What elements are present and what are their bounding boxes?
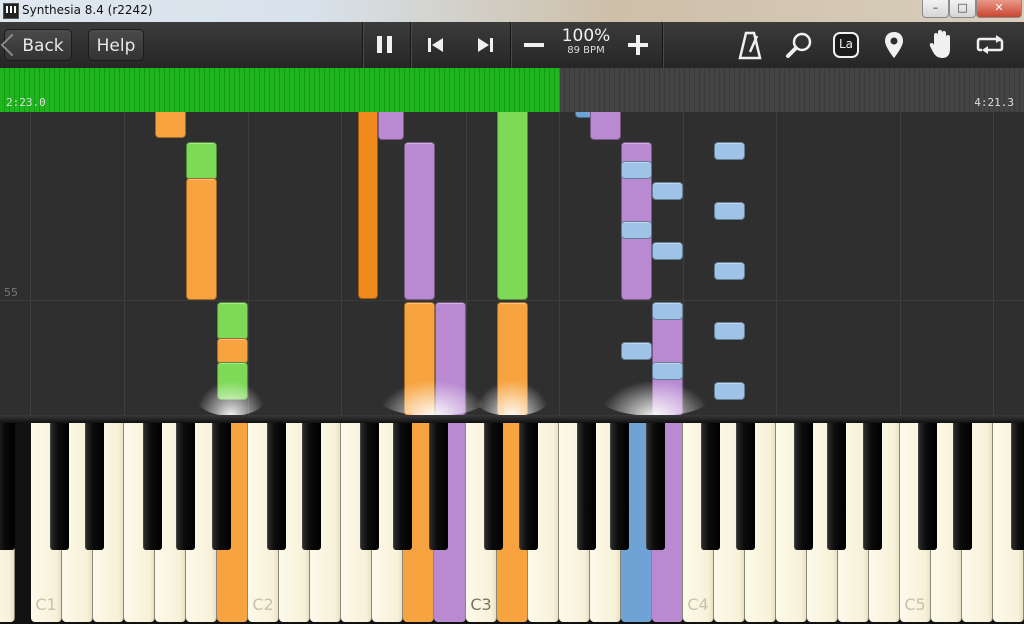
note bbox=[217, 338, 248, 364]
note bbox=[621, 161, 652, 179]
note bbox=[358, 112, 378, 299]
note bbox=[714, 382, 745, 400]
black-key[interactable] bbox=[176, 423, 195, 550]
black-key[interactable] bbox=[85, 423, 104, 550]
black-key[interactable] bbox=[953, 423, 972, 550]
piano-keyboard: C1 C2 C3 C4 C5 bbox=[0, 423, 1024, 624]
measure-line bbox=[0, 300, 1024, 301]
note bbox=[714, 202, 745, 220]
magnifier-icon[interactable] bbox=[785, 31, 813, 59]
note bbox=[621, 221, 652, 239]
plus-icon[interactable] bbox=[627, 34, 649, 56]
note bbox=[621, 342, 652, 360]
toolbar-divider bbox=[362, 22, 363, 68]
black-key[interactable] bbox=[519, 423, 538, 550]
black-key[interactable] bbox=[302, 423, 321, 550]
key-label-c4: C4 bbox=[687, 595, 709, 614]
black-key[interactable] bbox=[863, 423, 882, 550]
black-key[interactable] bbox=[610, 423, 629, 550]
note bbox=[590, 112, 621, 140]
note bbox=[186, 142, 217, 180]
hit-sparkle bbox=[600, 380, 710, 415]
black-key[interactable] bbox=[794, 423, 813, 550]
note bbox=[652, 182, 683, 200]
note bbox=[714, 322, 745, 340]
toolbar-divider bbox=[662, 22, 663, 68]
note bbox=[652, 242, 683, 260]
note bbox=[217, 302, 248, 340]
back-arrow-icon bbox=[0, 33, 24, 57]
maximize-button[interactable]: □ bbox=[949, 0, 976, 18]
black-key[interactable] bbox=[1011, 423, 1024, 550]
minimize-button[interactable]: – bbox=[922, 0, 949, 18]
toolbar-divider bbox=[410, 22, 411, 68]
window-titlebar: Synthesia 8.4 (r2242) – □ ✕ bbox=[0, 0, 1024, 22]
toolbar: Back Help bbox=[0, 22, 1024, 69]
skip-back-icon[interactable] bbox=[427, 37, 445, 53]
measure-number: 55 bbox=[4, 286, 18, 299]
note bbox=[404, 142, 435, 300]
back-button[interactable]: Back bbox=[0, 29, 72, 61]
speed-display: 100% 89 BPM bbox=[560, 27, 612, 57]
black-key[interactable] bbox=[267, 423, 286, 550]
black-key[interactable] bbox=[827, 423, 846, 550]
key-label-c2: C2 bbox=[252, 595, 274, 614]
window-title: Synthesia 8.4 (r2242) bbox=[22, 3, 153, 17]
falling-notes-area: 55 bbox=[0, 112, 1024, 415]
note bbox=[186, 178, 217, 300]
app-icon bbox=[3, 3, 19, 19]
note bbox=[497, 112, 528, 300]
black-key[interactable] bbox=[918, 423, 937, 550]
song-progress-bar[interactable]: 2:23.0 4:21.3 bbox=[0, 68, 1024, 112]
current-time: 2:23.0 bbox=[6, 96, 46, 109]
note bbox=[714, 262, 745, 280]
black-key[interactable] bbox=[577, 423, 596, 550]
key-label-c5: C5 bbox=[904, 595, 926, 614]
key-label-c3: C3 bbox=[470, 595, 492, 614]
black-key[interactable] bbox=[212, 423, 231, 550]
metronome-icon[interactable] bbox=[738, 30, 762, 60]
note bbox=[652, 362, 683, 380]
toolbar-divider bbox=[510, 22, 511, 68]
black-key[interactable] bbox=[143, 423, 162, 550]
solfege-label: La bbox=[838, 37, 854, 51]
hit-sparkle bbox=[378, 380, 488, 415]
note bbox=[155, 112, 186, 138]
black-key[interactable] bbox=[646, 423, 665, 550]
close-button[interactable]: ✕ bbox=[976, 0, 1022, 18]
back-button-label: Back bbox=[22, 36, 64, 56]
black-key[interactable] bbox=[736, 423, 755, 550]
key-label-c1: C1 bbox=[35, 595, 57, 614]
speed-percent: 100% bbox=[561, 26, 611, 46]
note bbox=[652, 302, 683, 320]
black-key[interactable] bbox=[50, 423, 69, 550]
solfege-icon[interactable]: La bbox=[833, 32, 859, 58]
hit-sparkle bbox=[196, 380, 266, 415]
skip-forward-icon[interactable] bbox=[476, 37, 494, 53]
tempo-bpm: 89 BPM bbox=[567, 45, 605, 56]
progress-played bbox=[0, 68, 561, 112]
map-pin-icon[interactable] bbox=[884, 31, 904, 59]
total-time: 4:21.3 bbox=[974, 96, 1014, 109]
hand-icon[interactable] bbox=[929, 29, 953, 59]
pause-icon[interactable] bbox=[376, 36, 394, 53]
hit-sparkle bbox=[474, 380, 550, 415]
note bbox=[714, 142, 745, 160]
black-key[interactable] bbox=[429, 423, 448, 550]
black-key[interactable] bbox=[393, 423, 412, 550]
black-key[interactable] bbox=[0, 423, 15, 550]
black-key[interactable] bbox=[484, 423, 503, 550]
minus-icon[interactable] bbox=[523, 36, 545, 54]
note bbox=[378, 112, 404, 140]
loop-icon[interactable] bbox=[976, 35, 1004, 55]
black-key[interactable] bbox=[701, 423, 720, 550]
black-key[interactable] bbox=[360, 423, 379, 550]
help-button[interactable]: Help bbox=[88, 29, 144, 61]
